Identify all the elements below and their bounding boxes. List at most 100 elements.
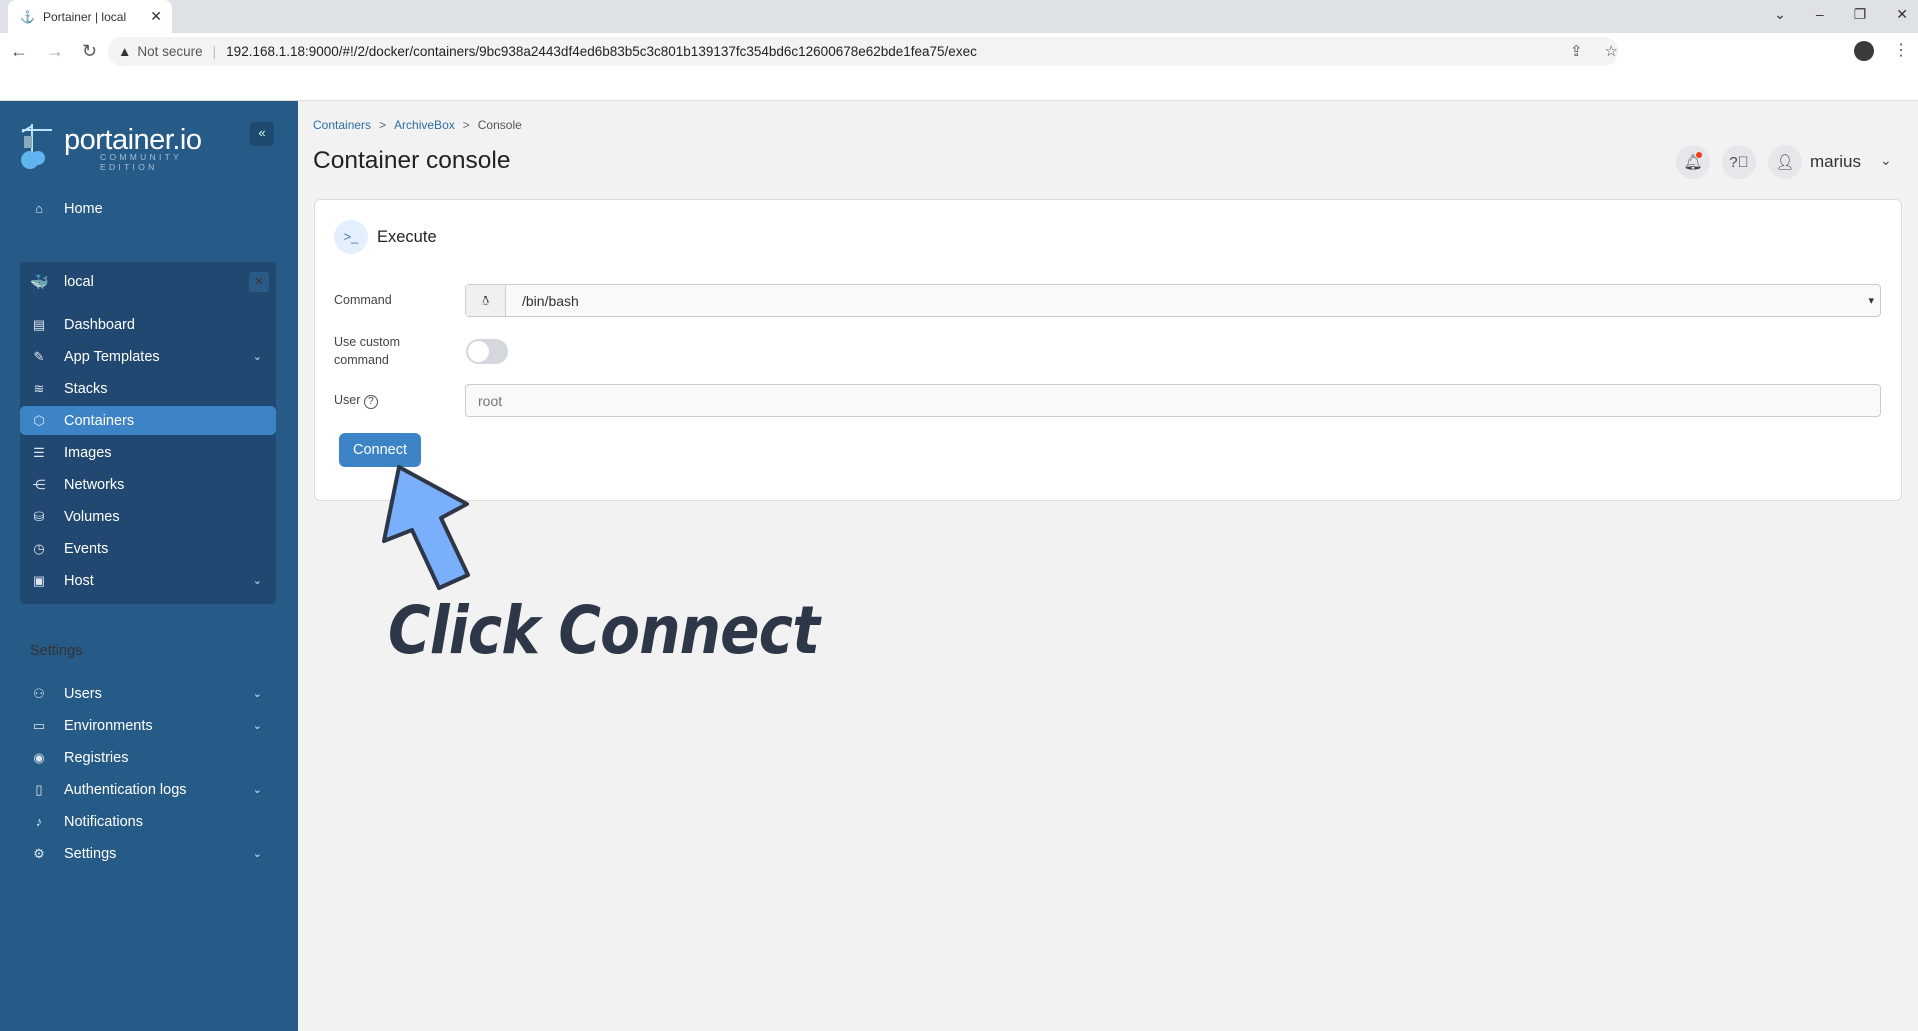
nav-buttons: ← → ↻	[10, 41, 97, 62]
users-icon: ⚇	[33, 685, 45, 701]
command-label: Command	[334, 293, 392, 307]
custom-command-toggle[interactable]	[466, 339, 508, 364]
reload-icon[interactable]: ↻	[82, 41, 97, 62]
browser-menu-icon[interactable]: ⋮	[1893, 40, 1909, 60]
browser-tab[interactable]: ⚓ Portainer | local ✕	[8, 0, 172, 33]
sidebar-item-label: Stacks	[64, 380, 108, 397]
user-avatar[interactable]: 👤︎	[1768, 145, 1802, 179]
chevron-down-icon[interactable]: ⌄	[1880, 152, 1892, 169]
database-icon: ⛁	[33, 508, 45, 524]
sidebar-item-notifications[interactable]: ♪ Notifications	[20, 807, 276, 836]
url-bar[interactable]: ▲ Not secure | 192.168.1.18:9000/#!/2/do…	[108, 37, 1618, 66]
breadcrumb-sep: >	[379, 118, 387, 132]
environment-name: local	[64, 273, 94, 290]
portainer-logo[interactable]: portainer.io COMMUNITY EDITION	[18, 122, 202, 172]
sidebar-item-label: Host	[64, 572, 94, 589]
url-text[interactable]: 192.168.1.18:9000/#!/2/docker/containers…	[226, 44, 977, 59]
box-icon: ⬡	[33, 412, 45, 428]
chevron-down-icon[interactable]: ⌄	[253, 574, 262, 587]
close-window-icon[interactable]: ✕	[1896, 6, 1908, 23]
sidebar-item-label: Home	[64, 200, 103, 217]
chevron-down-icon[interactable]: ⌄	[253, 719, 262, 732]
page-title: Container console	[313, 147, 511, 174]
forward-icon[interactable]: →	[46, 41, 64, 62]
sidebar-item-label: Notifications	[64, 813, 143, 830]
sidebar-item-users[interactable]: ⚇ Users ⌄	[20, 679, 276, 708]
sidebar-item-host[interactable]: ▣ Host ⌄	[20, 566, 276, 595]
sidebar-item-label: Authentication logs	[64, 781, 187, 798]
list-icon: ☰	[33, 444, 45, 460]
sidebar-item-label: Events	[64, 540, 109, 557]
custom-command-label: Use custom command	[334, 335, 400, 367]
sidebar-item-events[interactable]: ◷ Events	[20, 534, 276, 563]
sidebar-item-stacks[interactable]: ≋ Stacks	[20, 374, 276, 403]
sidebar-item-authentication-logs[interactable]: ▯ Authentication logs ⌄	[20, 775, 276, 804]
home-icon: ⌂	[35, 201, 43, 216]
chevron-down-icon[interactable]: ⌄	[253, 687, 262, 700]
not-secure-label[interactable]: Not secure	[137, 44, 202, 59]
settings-section-header: Settings	[30, 643, 83, 659]
tab-title: Portainer | local	[42, 9, 127, 24]
help-icon[interactable]: ?	[363, 395, 378, 409]
divider: |	[212, 44, 217, 59]
close-environment-button[interactable]: ✕	[249, 272, 269, 292]
warning-icon: ▲	[118, 44, 132, 59]
sidebar-item-registries[interactable]: ◉ Registries	[20, 743, 276, 772]
sidebar-item-containers[interactable]: ⬡ Containers	[20, 406, 276, 435]
sidebar-item-app-templates[interactable]: ✎ App Templates ⌄	[20, 342, 276, 371]
sidebar-item-settings[interactable]: ⚙ Settings ⌄	[20, 839, 276, 868]
tab-search-icon[interactable]: ⌄	[1774, 6, 1786, 23]
card-title: Execute	[377, 228, 437, 246]
edition-label: COMMUNITY EDITION	[100, 152, 182, 172]
layers-icon: ≋	[33, 380, 45, 396]
radio-icon: ◉	[33, 749, 45, 765]
url-actions: ⇪ ☆	[1570, 42, 1618, 60]
username[interactable]: marius	[1810, 152, 1861, 172]
sidebar-item-label: Settings	[64, 845, 117, 862]
sidebar-item-home[interactable]: ⌂ Home	[20, 194, 276, 223]
execute-card	[314, 199, 1902, 501]
profile-avatar[interactable]	[1854, 41, 1874, 61]
breadcrumb-console: Console	[477, 118, 522, 132]
sidebar-item-label: Networks	[64, 476, 125, 493]
user-input[interactable]	[465, 384, 1881, 417]
notification-dot	[1696, 152, 1702, 158]
dashboard-icon: ▤	[32, 316, 46, 332]
breadcrumb: Containers > ArchiveBox > Console	[313, 118, 522, 132]
portainer-crane-icon	[21, 124, 52, 169]
sidebar-item-dashboard[interactable]: ▤ Dashboard	[20, 310, 276, 339]
sidebar-item-networks[interactable]: ⋲ Networks	[20, 470, 276, 499]
clock-icon: ◷	[33, 540, 45, 556]
gear-icon: ⚙	[33, 845, 45, 861]
command-value: /bin/bash	[522, 292, 579, 309]
breadcrumb-containers[interactable]: Containers	[313, 118, 371, 132]
sidebar-item-label: Images	[64, 444, 112, 461]
sidebar-item-environments[interactable]: ▭ Environments ⌄	[20, 711, 276, 740]
docker-icon: 🐳	[30, 273, 49, 291]
toggle-knob	[468, 341, 489, 362]
chevron-down-icon[interactable]: ⌄	[253, 350, 262, 363]
sidebar-item-images[interactable]: ☰ Images	[20, 438, 276, 467]
sidebar-item-volumes[interactable]: ⛁ Volumes	[20, 502, 276, 531]
user-label: User ?	[334, 391, 378, 409]
bookmark-star-icon[interactable]: ☆	[1605, 42, 1618, 60]
collapse-sidebar-button[interactable]: «	[250, 122, 274, 146]
environment-header: 🐳 local	[20, 267, 276, 296]
chevron-down-icon[interactable]: ⌄	[253, 783, 262, 796]
share-icon[interactable]: ⇪	[1570, 42, 1583, 60]
help-button[interactable]: ?⃝	[1722, 145, 1756, 179]
command-select[interactable]: 🐧︎ /bin/bash ▾	[465, 284, 1881, 317]
browser-tab-bar	[0, 0, 1918, 33]
breadcrumb-archivebox[interactable]: ArchiveBox	[394, 118, 455, 132]
back-icon[interactable]: ←	[10, 41, 28, 62]
chevron-down-icon[interactable]: ⌄	[253, 847, 262, 860]
notifications-button[interactable]: 🔔︎	[1676, 145, 1710, 179]
minimize-icon[interactable]: –	[1816, 6, 1824, 23]
sidebar-item-label: Registries	[64, 749, 129, 766]
sidebar-item-label: Dashboard	[64, 316, 135, 333]
sidebar-item-label: Volumes	[64, 508, 120, 525]
portainer-favicon-icon: ⚓	[20, 9, 35, 24]
close-tab-icon[interactable]: ✕	[150, 8, 162, 25]
restore-icon[interactable]: ❐	[1854, 6, 1867, 23]
connect-button[interactable]: Connect	[339, 433, 421, 467]
